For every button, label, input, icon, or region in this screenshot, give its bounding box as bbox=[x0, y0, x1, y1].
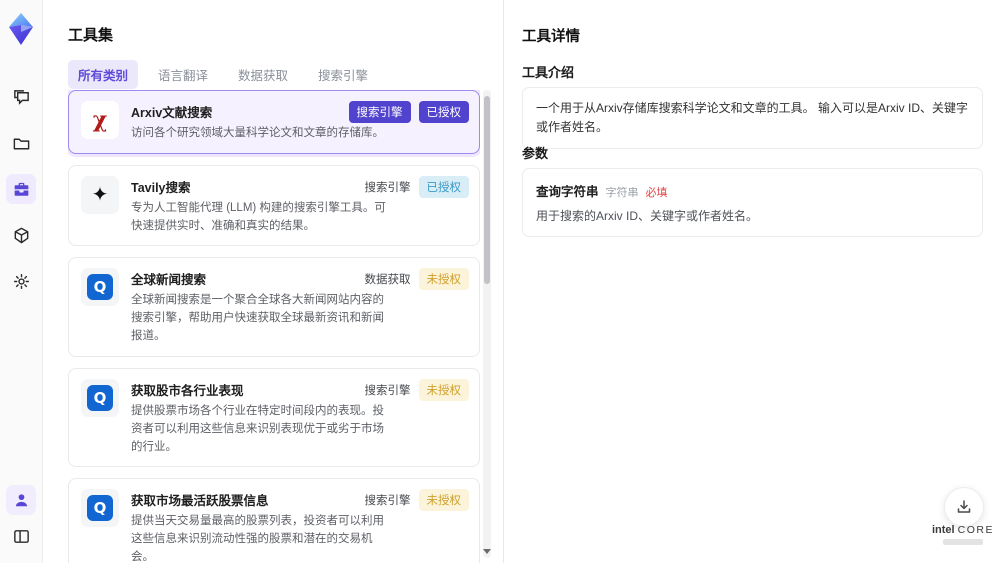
tool-card-0[interactable]: χ Arxiv文献搜索 访问各个研究领域大量科学论文和文章的存储库。 搜索引擎 已授权 bbox=[68, 90, 480, 154]
chat-icon[interactable] bbox=[6, 82, 36, 112]
intel-core-logo: intel CORE bbox=[926, 524, 1000, 545]
page-title: 工具集 bbox=[68, 27, 114, 44]
tool-description: 专为人工智能代理 (LLM) 构建的搜索引擎工具。可快速提供实时、准确和真实的结… bbox=[131, 201, 386, 232]
tool-description: 提供股票市场各个行业在特定时间段内的表现。投资者可以利用这些信息来识别表现优于或… bbox=[131, 404, 384, 453]
icon-sidebar bbox=[0, 0, 43, 563]
panel-toggle-icon[interactable] bbox=[6, 521, 36, 551]
auth-status-badge: 未授权 bbox=[418, 378, 469, 401]
tab-3[interactable]: 搜索引擎 bbox=[308, 60, 378, 89]
tool-card-4[interactable]: Q 获取市场最活跃股票信息提供当天交易量最高的股票列表，投资者可以利用这些信息来识… bbox=[68, 478, 480, 563]
tool-icon-tile: Q bbox=[81, 489, 119, 528]
category-badge: 搜索引擎 bbox=[348, 101, 411, 123]
tool-name: 获取市场最活跃股票信息 bbox=[131, 494, 269, 509]
download-button[interactable] bbox=[944, 487, 984, 527]
brand-intel-text: intel bbox=[931, 524, 955, 536]
tab-2[interactable]: 数据获取 bbox=[228, 60, 298, 89]
auth-status-badge: 已授权 bbox=[418, 101, 469, 123]
category-badge: 数据获取 bbox=[364, 274, 411, 287]
params-heading: 参数 bbox=[522, 146, 549, 161]
param-required-label: 必填 bbox=[645, 187, 668, 199]
scrollbar-thumb[interactable] bbox=[484, 96, 490, 284]
tool-icon-tile: ✦ bbox=[81, 175, 119, 214]
auth-status-badge: 未授权 bbox=[418, 268, 469, 291]
app-logo bbox=[6, 12, 36, 46]
tool-icon-tile: Q bbox=[81, 378, 119, 417]
arxiv-logo-icon: χ bbox=[92, 107, 108, 133]
tool-text: 全球新闻搜索全球新闻搜索是一个聚合全球各大新闻网站内容的搜索引擎，帮助用户快速获… bbox=[131, 268, 389, 345]
tool-list-panel: 工具集 所有类别 语言翻译 数据获取 搜索引擎 χ Arxiv文献搜索 访问各个研究领域大… bbox=[43, 0, 503, 563]
tool-icon-tile: Q bbox=[81, 268, 119, 307]
params-card: 查询字符串 字符串 必填用于搜索的Arxiv ID、关键字或作者姓名。 bbox=[522, 168, 983, 237]
tool-card-2[interactable]: Q 全球新闻搜索全球新闻搜索是一个聚合全球各大新闻网站内容的搜索引擎，帮助用户快速… bbox=[68, 257, 480, 357]
tool-description: 提供当天交易量最高的股票列表，投资者可以利用这些信息来识别流动性强的股票和潜在的… bbox=[131, 515, 384, 563]
tab-0[interactable]: 所有类别 bbox=[68, 60, 139, 89]
tool-badges: 搜索引擎 未授权 bbox=[364, 378, 469, 401]
settings-icon[interactable] bbox=[6, 266, 36, 296]
category-badge: 搜索引擎 bbox=[364, 181, 411, 194]
tool-text: Tavily搜索专为人工智能代理 (LLM) 构建的搜索引擎工具。可快速提供实时… bbox=[131, 176, 389, 236]
folder-icon[interactable] bbox=[6, 128, 36, 158]
category-badge: 搜索引擎 bbox=[364, 384, 411, 397]
detail-title: 工具详情 bbox=[522, 29, 580, 45]
tool-description: 访问各个研究领域大量科学论文和文章的存储库。 bbox=[131, 127, 384, 139]
param-name: 查询字符串 bbox=[536, 185, 599, 199]
auth-status-badge: 未授权 bbox=[418, 489, 469, 512]
tool-badges: 搜索引擎 未授权 bbox=[364, 489, 469, 512]
download-icon bbox=[957, 500, 971, 513]
toolbox-icon[interactable] bbox=[6, 174, 36, 204]
scrollbar-down-arrow-icon[interactable] bbox=[483, 549, 491, 554]
category-tabs: 所有类别 语言翻译 数据获取 搜索引擎 bbox=[68, 60, 378, 89]
param-row-0: 查询字符串 字符串 必填用于搜索的Arxiv ID、关键字或作者姓名。 bbox=[536, 181, 969, 224]
auth-status-badge: 已授权 bbox=[418, 175, 469, 198]
tool-icon-tile: χ bbox=[81, 101, 119, 139]
sidebar-bottom bbox=[6, 485, 36, 551]
intro-heading: 工具介绍 bbox=[522, 65, 575, 80]
tool-description: 全球新闻搜索是一个聚合全球各大新闻网站内容的搜索引擎，帮助用户快速获取全球最新资… bbox=[131, 294, 384, 343]
tool-badges: 搜索引擎 已授权 bbox=[364, 175, 469, 198]
tool-detail-panel: 工具详情 工具介绍 一个用于从Arxiv存储库搜索科学论文和文章的工具。 输入可… bbox=[503, 0, 1000, 563]
list-scrollbar[interactable] bbox=[483, 90, 491, 558]
tool-text: 获取股市各行业表现提供股票市场各个行业在特定时间段内的表现。投资者可以利用这些信… bbox=[131, 379, 389, 456]
tool-name: Tavily搜索 bbox=[131, 180, 191, 195]
user-icon[interactable] bbox=[6, 485, 36, 515]
brand-core-text: CORE bbox=[957, 524, 995, 536]
param-type: 字符串 bbox=[605, 187, 639, 199]
tool-list: χ Arxiv文献搜索 访问各个研究领域大量科学论文和文章的存储库。 搜索引擎 已授权 ✦… bbox=[68, 90, 480, 563]
intro-card: 一个用于从Arxiv存储库搜索科学论文和文章的工具。 输入可以是Arxiv ID… bbox=[522, 87, 983, 150]
sidebar-nav bbox=[6, 82, 36, 296]
tool-badges: 搜索引擎 已授权 bbox=[348, 101, 469, 123]
cube-icon[interactable] bbox=[6, 220, 36, 250]
param-description: 用于搜索的Arxiv ID、关键字或作者姓名。 bbox=[536, 209, 759, 223]
tool-name: 全球新闻搜索 bbox=[131, 273, 207, 288]
tool-card-3[interactable]: Q 获取股市各行业表现提供股票市场各个行业在特定时间段内的表现。投资者可以利用这些… bbox=[68, 367, 480, 468]
blue-search-logo-icon: Q bbox=[87, 384, 113, 411]
tool-text: 获取市场最活跃股票信息提供当天交易量最高的股票列表，投资者可以利用这些信息来识别… bbox=[131, 489, 389, 563]
tavily-logo-icon: ✦ bbox=[91, 183, 109, 206]
tool-name: 获取股市各行业表现 bbox=[131, 383, 244, 398]
category-badge: 搜索引擎 bbox=[364, 495, 411, 508]
blue-search-logo-icon: Q bbox=[87, 495, 113, 522]
app-window: 工具集 所有类别 语言翻译 数据获取 搜索引擎 χ Arxiv文献搜索 访问各个研究领域大… bbox=[0, 0, 1000, 563]
blue-search-logo-icon: Q bbox=[87, 274, 113, 301]
tool-card-1[interactable]: ✦ Tavily搜索专为人工智能代理 (LLM) 构建的搜索引擎工具。可快速提供实… bbox=[68, 164, 480, 247]
brand-subtext-bar bbox=[943, 539, 983, 545]
tab-1[interactable]: 语言翻译 bbox=[148, 60, 218, 89]
tool-badges: 数据获取 未授权 bbox=[364, 268, 469, 291]
